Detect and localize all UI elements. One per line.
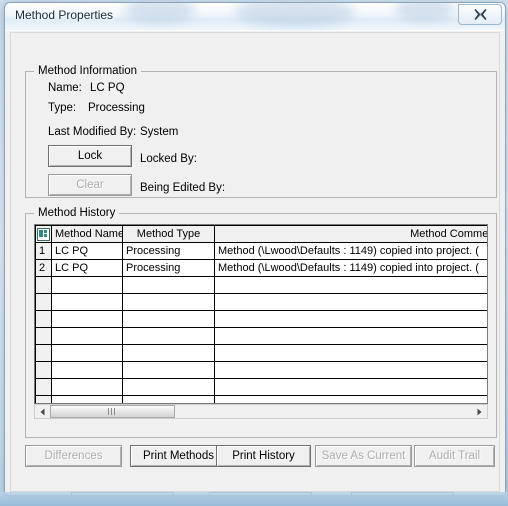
- being-edited-by-label: Being Edited By:: [140, 182, 226, 194]
- table-row[interactable]: [35, 378, 487, 396]
- glass-highlight: [395, 3, 455, 21]
- glass-highlight: [125, 3, 195, 23]
- close-x-icon: [474, 9, 487, 20]
- table-row[interactable]: [35, 344, 487, 362]
- help-button[interactable]: Help: [351, 492, 454, 495]
- name-value: LC PQ: [90, 82, 125, 94]
- last-modified-by-label: Last Modified By:: [48, 126, 137, 138]
- cell-method-name[interactable]: [51, 310, 123, 328]
- cell-method-name[interactable]: [51, 378, 123, 396]
- row-number-cell[interactable]: [35, 276, 52, 294]
- table-row[interactable]: [35, 327, 487, 345]
- audit-trail-button: Audit Trail: [414, 445, 495, 467]
- select-all-corner-cell[interactable]: [35, 225, 52, 243]
- cell-method-name[interactable]: LC PQ: [51, 259, 123, 277]
- method-information-group-title: Method Information: [34, 65, 142, 77]
- cell-method-comments[interactable]: [214, 344, 487, 362]
- cell-method-type[interactable]: [122, 395, 215, 403]
- row-number-cell[interactable]: [35, 378, 52, 396]
- scroll-grip-icon: [108, 408, 117, 415]
- method-information-group: Method Information Name: LC PQ Type: Pro…: [25, 65, 497, 198]
- cell-method-name[interactable]: [51, 276, 123, 294]
- locked-by-label: Locked By:: [140, 153, 197, 165]
- differences-button: Differences: [25, 445, 122, 467]
- table-row[interactable]: [35, 310, 487, 328]
- name-label: Name:: [48, 82, 82, 94]
- cell-method-comments[interactable]: Method (\Lwood\Defaults : 1149) copied i…: [214, 242, 487, 260]
- arrow-left-icon: [39, 403, 46, 421]
- cell-method-comments[interactable]: [214, 310, 487, 328]
- method-history-grid[interactable]: Method Name Method Type Method Comments …: [34, 224, 488, 404]
- cell-method-name[interactable]: LC PQ: [51, 242, 123, 260]
- scroll-thumb[interactable]: [50, 405, 175, 418]
- cell-method-type[interactable]: [122, 327, 215, 345]
- cell-method-type[interactable]: Processing: [122, 259, 215, 277]
- row-number-cell[interactable]: [35, 327, 52, 345]
- cell-method-name[interactable]: [51, 395, 123, 403]
- clear-button: Clear: [48, 174, 132, 196]
- method-history-table: Method Name Method Type Method Comments …: [35, 225, 487, 403]
- cell-method-name[interactable]: [51, 361, 123, 379]
- table-header-row: Method Name Method Type Method Comments: [35, 225, 487, 243]
- grid-horizontal-scrollbar[interactable]: [34, 404, 488, 419]
- last-modified-by-value: System: [140, 126, 179, 138]
- column-header-method-type[interactable]: Method Type: [122, 225, 215, 243]
- cell-method-type[interactable]: [122, 361, 215, 379]
- lock-button[interactable]: Lock: [48, 145, 132, 167]
- cell-method-comments[interactable]: [214, 378, 487, 396]
- ok-button[interactable]: OK: [71, 492, 174, 495]
- row-number-cell[interactable]: [35, 344, 52, 362]
- cancel-button[interactable]: Cancel: [209, 492, 312, 495]
- table-row[interactable]: 1 LC PQ Processing Method (\Lwood\Defaults …: [35, 242, 487, 260]
- cell-method-comments[interactable]: [214, 361, 487, 379]
- cell-method-comments[interactable]: [214, 395, 487, 403]
- column-header-method-comments[interactable]: Method Comments: [214, 225, 487, 243]
- row-number-cell[interactable]: [35, 293, 52, 311]
- table-row[interactable]: [35, 276, 487, 294]
- cell-method-type[interactable]: Processing: [122, 242, 215, 260]
- row-number-cell[interactable]: 1: [35, 242, 52, 260]
- table-row[interactable]: [35, 361, 487, 379]
- type-value: Processing: [88, 102, 145, 114]
- method-properties-window: Method Properties Method Information Nam…: [4, 2, 506, 496]
- cell-method-comments[interactable]: [214, 293, 487, 311]
- cell-method-type[interactable]: [122, 293, 215, 311]
- table-row[interactable]: 2 LC PQ Processing Method (\Lwood\Defaults …: [35, 259, 487, 277]
- cell-method-comments[interactable]: Method (\Lwood\Defaults : 1149) copied i…: [214, 259, 487, 277]
- cell-method-name[interactable]: [51, 327, 123, 345]
- method-history-group: Method History Method Name Method Type M…: [25, 207, 497, 438]
- scroll-left-button[interactable]: [35, 405, 50, 418]
- row-number-cell[interactable]: 2: [35, 259, 52, 277]
- cell-method-type[interactable]: [122, 310, 215, 328]
- dialog-inset-frame: Method Information Name: LC PQ Type: Pro…: [10, 32, 500, 495]
- cell-method-type[interactable]: [122, 344, 215, 362]
- table-row[interactable]: [35, 395, 487, 403]
- save-as-current-button: Save As Current: [315, 445, 412, 467]
- cell-method-name[interactable]: [51, 293, 123, 311]
- method-history-group-title: Method History: [34, 207, 120, 219]
- desktop-background: Method Properties Method Information Nam…: [0, 0, 508, 506]
- title-bar[interactable]: Method Properties: [5, 3, 505, 31]
- cell-method-type[interactable]: [122, 378, 215, 396]
- glass-highlight: [235, 3, 355, 27]
- dialog-client-area: Method Information Name: LC PQ Type: Pro…: [5, 31, 505, 495]
- print-methods-button[interactable]: Print Methods: [130, 445, 227, 467]
- scroll-right-button[interactable]: [472, 405, 487, 418]
- row-number-cell[interactable]: [35, 361, 52, 379]
- close-button[interactable]: [458, 4, 502, 25]
- cell-method-name[interactable]: [51, 344, 123, 362]
- window-title: Method Properties: [15, 8, 114, 22]
- grid-select-all-icon: [37, 228, 50, 241]
- print-history-button[interactable]: Print History: [216, 445, 311, 467]
- cell-method-comments[interactable]: [214, 327, 487, 345]
- column-header-method-name[interactable]: Method Name: [51, 225, 123, 243]
- arrow-right-icon: [476, 403, 483, 421]
- type-label: Type:: [48, 102, 77, 114]
- row-number-cell[interactable]: [35, 310, 52, 328]
- table-body: 1 LC PQ Processing Method (\Lwood\Defaults …: [35, 242, 487, 403]
- cell-method-comments[interactable]: [214, 276, 487, 294]
- cell-method-type[interactable]: [122, 276, 215, 294]
- scroll-track[interactable]: [50, 405, 472, 418]
- table-row[interactable]: [35, 293, 487, 311]
